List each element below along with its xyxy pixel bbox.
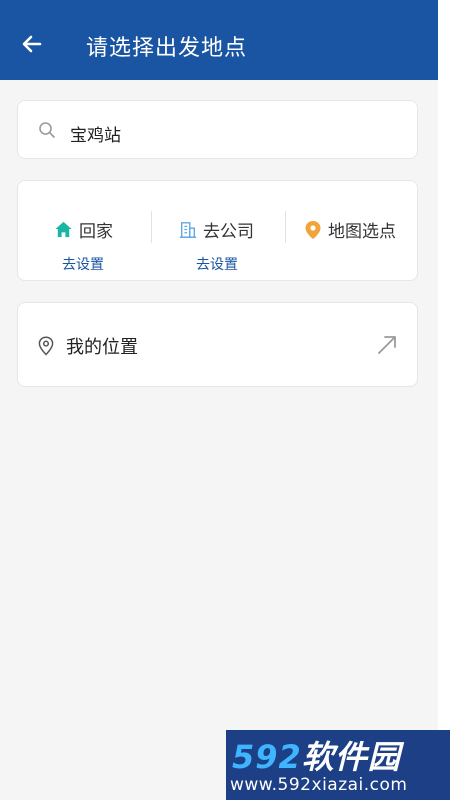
- screen: 请选择出发地点 宝鸡站 回家 去设置 去公司 去设置 地图选点 我的位置: [0, 0, 438, 800]
- back-button[interactable]: [18, 30, 46, 58]
- watermark-brand: 592软件园: [232, 732, 401, 778]
- shortcut-home-setup-link[interactable]: 去设置: [62, 254, 104, 274]
- shortcut-home[interactable]: 回家 去设置: [18, 181, 152, 282]
- office-building-icon: [179, 221, 197, 238]
- my-location-item[interactable]: 我的位置: [17, 302, 418, 387]
- map-pin-icon: [305, 220, 321, 239]
- shortcut-panel: 回家 去设置 去公司 去设置 地图选点: [17, 180, 418, 281]
- arrow-left-icon: [22, 35, 42, 53]
- watermark-logo: 592软件园 www.592xiazai.com: [226, 730, 450, 800]
- search-icon: [39, 122, 55, 138]
- arrow-up-right-icon[interactable]: [375, 332, 399, 356]
- shortcut-company[interactable]: 去公司 去设置: [152, 181, 285, 282]
- shortcut-map-pick-text: 地图选点: [328, 222, 396, 242]
- shortcut-map-pick-label: 地图选点: [304, 217, 396, 242]
- location-pin-icon: [38, 336, 54, 356]
- watermark-brand-text: 软件园: [301, 738, 401, 776]
- shortcut-company-text: 去公司: [203, 222, 254, 242]
- shortcut-company-setup-link[interactable]: 去设置: [196, 254, 238, 274]
- watermark-number: 592: [232, 738, 302, 776]
- home-icon: [55, 221, 72, 238]
- watermark-url: www.592xiazai.com: [230, 775, 408, 795]
- shortcut-map-pick[interactable]: 地图选点: [286, 181, 419, 282]
- shortcut-home-text: 回家: [79, 222, 113, 242]
- search-input[interactable]: 宝鸡站: [70, 121, 121, 146]
- shortcut-company-label: 去公司: [179, 217, 254, 242]
- page-title: 请选择出发地点: [86, 36, 248, 61]
- edge-strip: [438, 0, 450, 800]
- shortcut-home-label: 回家: [54, 217, 113, 242]
- search-box[interactable]: 宝鸡站: [17, 100, 418, 159]
- my-location-label: 我的位置: [66, 337, 138, 358]
- top-bar: 请选择出发地点: [0, 0, 438, 80]
